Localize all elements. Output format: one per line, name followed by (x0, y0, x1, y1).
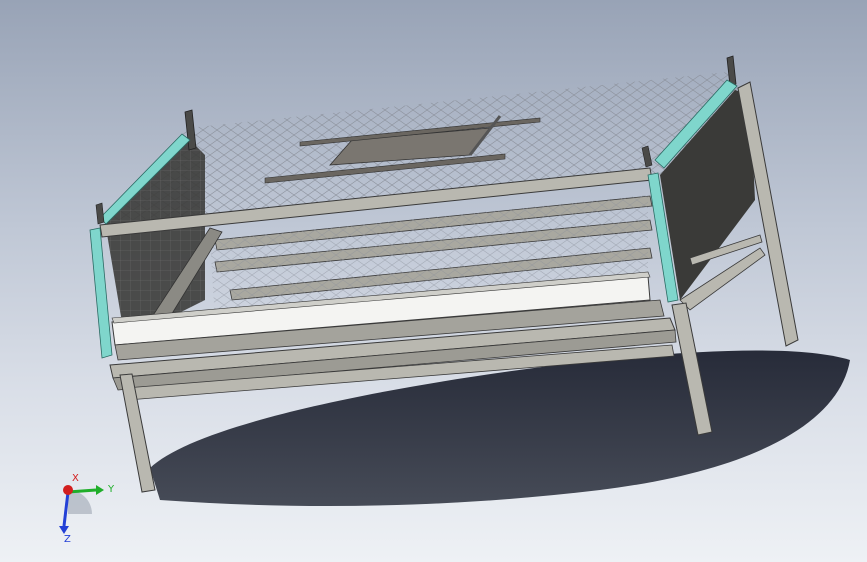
y-axis-head (96, 485, 104, 495)
coordinate-triad: X Y Z (59, 473, 115, 544)
triad-plane (68, 490, 92, 514)
left-front-teal-strip (89, 227, 113, 359)
x-axis-label: X (72, 473, 79, 484)
z-axis-arrow (62, 491, 70, 527)
front-left-post-top (95, 202, 105, 225)
cad-viewport[interactable]: X Y Z (0, 0, 867, 562)
back-right-leg (737, 81, 799, 347)
z-axis-label: Z (64, 534, 71, 544)
x-axis-marker (63, 485, 73, 495)
y-axis-label: Y (107, 484, 115, 495)
cage-assembly-model[interactable] (0, 0, 867, 562)
z-axis-head (59, 526, 69, 534)
